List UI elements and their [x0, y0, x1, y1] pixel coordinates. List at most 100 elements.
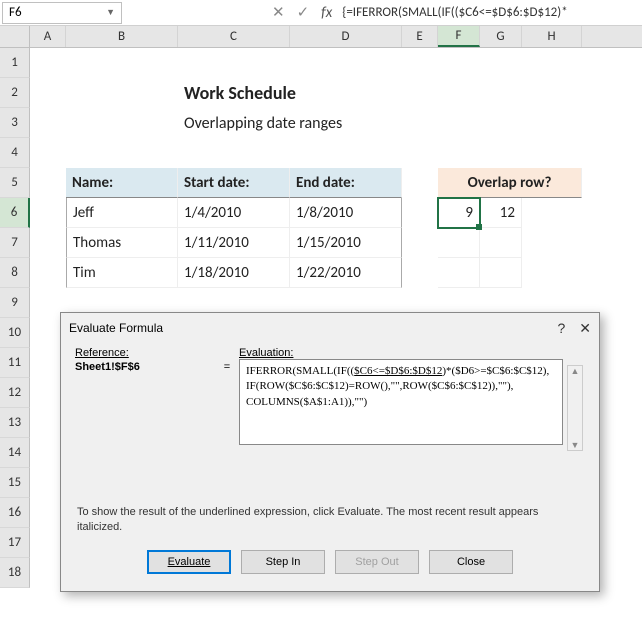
cell[interactable] [30, 138, 66, 168]
cell-name[interactable]: Jeff [66, 198, 178, 228]
row-header-16[interactable]: 16 [0, 498, 30, 528]
col-header-H[interactable]: H [522, 26, 582, 47]
cell[interactable] [522, 48, 582, 78]
cell-start[interactable]: 1/4/2010 [178, 198, 290, 228]
cell[interactable] [522, 258, 582, 288]
table-header-start[interactable]: Start date: [178, 168, 290, 198]
cell[interactable] [30, 168, 66, 198]
row-header-10[interactable]: 10 [0, 318, 30, 348]
cell[interactable] [438, 258, 480, 288]
row-header-2[interactable]: 2 [0, 78, 30, 108]
cell[interactable] [30, 258, 66, 288]
dialog-titlebar[interactable]: Evaluate Formula ? ✕ [61, 313, 599, 343]
cell[interactable] [522, 78, 582, 108]
cell[interactable] [66, 48, 178, 78]
row-header-6[interactable]: 6 [0, 198, 30, 228]
cell[interactable] [178, 138, 290, 168]
cell[interactable] [66, 78, 178, 108]
scroll-down-icon[interactable]: ▼ [571, 440, 580, 450]
cell-start[interactable]: 1/11/2010 [178, 228, 290, 258]
scrollbar[interactable]: ▲▼ [567, 365, 583, 451]
cell[interactable] [30, 198, 66, 228]
cell[interactable] [402, 198, 438, 228]
evaluate-button[interactable]: Evaluate [147, 550, 231, 574]
cell-name[interactable]: Thomas [66, 228, 178, 258]
row-header-11[interactable]: 11 [0, 348, 30, 378]
evaluation-textarea[interactable]: IFERROR(SMALL(IF(($C6<=$D$6:$D$12)*($D6>… [239, 359, 563, 445]
cell[interactable] [30, 48, 66, 78]
row-header-14[interactable]: 14 [0, 438, 30, 468]
fx-icon[interactable]: fx [321, 4, 332, 22]
cancel-icon[interactable]: ✕ [272, 3, 285, 22]
cell[interactable] [402, 138, 438, 168]
cell-end[interactable]: 1/22/2010 [290, 258, 402, 288]
cell[interactable] [402, 78, 438, 108]
cell[interactable] [438, 138, 480, 168]
cell[interactable] [402, 228, 438, 258]
cell-end[interactable]: 1/8/2010 [290, 198, 402, 228]
formula-input[interactable]: {=IFERROR(SMALL(IF(($C6<=$D$6:$D$12)* [342, 5, 567, 20]
close-icon[interactable]: ✕ [579, 320, 591, 337]
cell[interactable] [30, 108, 66, 138]
cell[interactable] [30, 228, 66, 258]
row-header-4[interactable]: 4 [0, 138, 30, 168]
cell[interactable] [402, 48, 438, 78]
cell[interactable] [438, 78, 480, 108]
cell[interactable] [480, 78, 522, 108]
row-header-1[interactable]: 1 [0, 48, 30, 78]
row-header-5[interactable]: 5 [0, 168, 30, 198]
page-title[interactable]: Work Schedule [178, 78, 402, 108]
cell[interactable] [66, 108, 178, 138]
cell-end[interactable]: 1/15/2010 [290, 228, 402, 258]
cell[interactable] [522, 198, 582, 228]
col-header-C[interactable]: C [178, 26, 290, 47]
cell[interactable] [480, 48, 522, 78]
col-header-B[interactable]: B [66, 26, 178, 47]
scroll-up-icon[interactable]: ▲ [571, 366, 580, 376]
row-header-9[interactable]: 9 [0, 288, 30, 318]
cell[interactable] [402, 108, 438, 138]
cell[interactable] [438, 228, 480, 258]
row-header-17[interactable]: 17 [0, 528, 30, 558]
cell[interactable] [402, 258, 438, 288]
active-cell[interactable]: 9 [438, 198, 480, 228]
cell[interactable] [30, 78, 66, 108]
cell[interactable] [480, 228, 522, 258]
cell[interactable] [480, 138, 522, 168]
table-header-end[interactable]: End date: [290, 168, 402, 198]
col-header-E[interactable]: E [402, 26, 438, 47]
row-header-18[interactable]: 18 [0, 558, 30, 588]
cell-start[interactable]: 1/18/2010 [178, 258, 290, 288]
cell[interactable] [522, 228, 582, 258]
cell[interactable] [178, 48, 290, 78]
cell-overlap2[interactable]: 12 [480, 198, 522, 228]
cell[interactable] [522, 138, 582, 168]
cell[interactable] [290, 48, 402, 78]
name-box[interactable]: F6 ▼ [2, 2, 122, 24]
cell[interactable] [438, 48, 480, 78]
cell[interactable] [402, 168, 438, 198]
page-subtitle[interactable]: Overlapping date ranges [178, 108, 402, 138]
step-in-button[interactable]: Step In [241, 550, 325, 574]
col-header-G[interactable]: G [480, 26, 522, 47]
row-header-3[interactable]: 3 [0, 108, 30, 138]
cell[interactable] [290, 138, 402, 168]
cell[interactable] [480, 108, 522, 138]
cell-name[interactable]: Tim [66, 258, 178, 288]
col-header-A[interactable]: A [30, 26, 66, 47]
row-header-7[interactable]: 7 [0, 228, 30, 258]
cell[interactable] [480, 258, 522, 288]
chevron-down-icon[interactable]: ▼ [106, 7, 115, 18]
table-header-name[interactable]: Name: [66, 168, 178, 198]
cell[interactable] [66, 138, 178, 168]
help-icon[interactable]: ? [557, 320, 565, 337]
row-header-8[interactable]: 8 [0, 258, 30, 288]
row-header-13[interactable]: 13 [0, 408, 30, 438]
cell[interactable] [438, 108, 480, 138]
row-header-15[interactable]: 15 [0, 468, 30, 498]
col-header-F[interactable]: F [438, 26, 480, 47]
enter-icon[interactable]: ✓ [297, 3, 310, 22]
table-header-overlap[interactable]: Overlap row? [438, 168, 582, 198]
row-header-12[interactable]: 12 [0, 378, 30, 408]
close-button[interactable]: Close [429, 550, 513, 574]
